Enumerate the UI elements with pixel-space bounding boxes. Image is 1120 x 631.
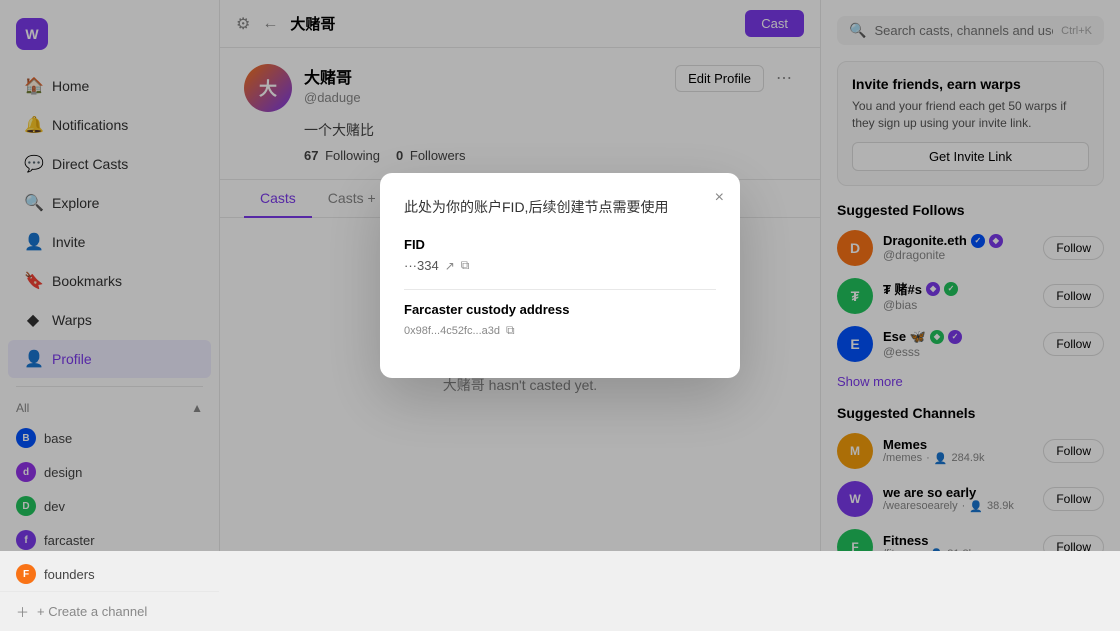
fid-label: FID [404, 237, 716, 252]
modal-title: 此处为你的账户FID,后续创建节点需要使用 [404, 197, 716, 217]
fid-value-row: ···334 ↗ ⧉ [404, 258, 716, 273]
fid-modal: × 此处为你的账户FID,后续创建节点需要使用 FID ···334 ↗ ⧉ F… [380, 173, 740, 378]
plus-icon: ＋ [16, 602, 29, 621]
modal-close-button[interactable]: × [715, 189, 724, 207]
address-label: Farcaster custody address [404, 302, 716, 317]
fid-value: ···334 [404, 258, 439, 273]
address-copy-icon[interactable]: ⧉ [506, 323, 515, 338]
channel-dot: F [16, 564, 36, 584]
channel-item-founders[interactable]: F founders [0, 557, 219, 591]
create-channel-btn[interactable]: ＋ + Create a channel [0, 591, 219, 631]
modal-divider [404, 289, 716, 290]
copy-icon[interactable]: ⧉ [461, 258, 470, 273]
fid-field: FID ···334 ↗ ⧉ [404, 237, 716, 273]
modal-overlay: × 此处为你的账户FID,后续创建节点需要使用 FID ···334 ↗ ⧉ F… [0, 0, 1120, 551]
address-field: Farcaster custody address 0x98f...4c52fc… [404, 302, 716, 338]
arrow-icon: ↗ [445, 259, 455, 273]
address-value: 0x98f...4c52fc...a3d [404, 325, 500, 337]
address-value-row: 0x98f...4c52fc...a3d ⧉ [404, 323, 716, 338]
